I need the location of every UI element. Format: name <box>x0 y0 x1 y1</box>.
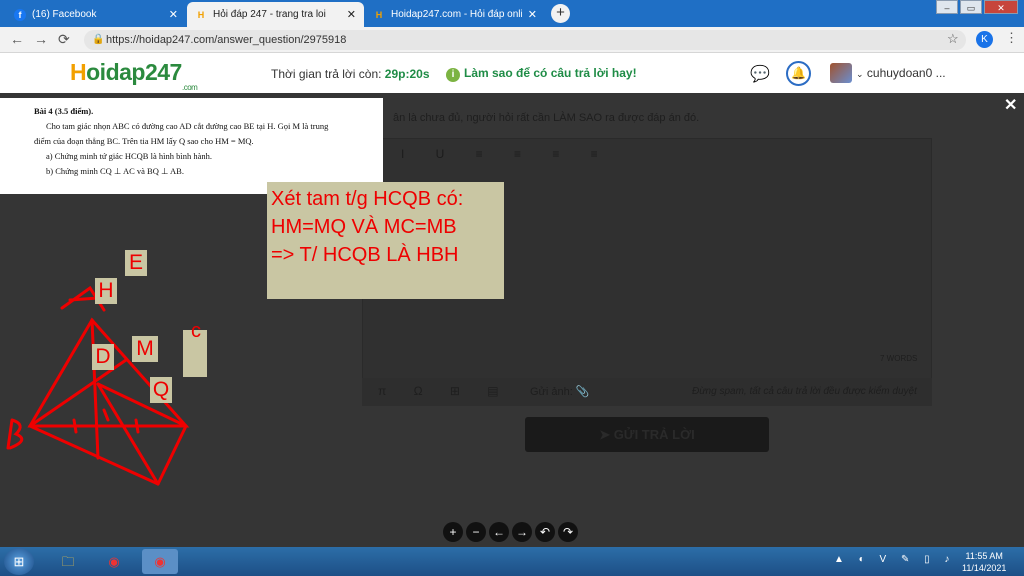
sketch-line-bq <box>28 424 160 486</box>
chrome-icon[interactable]: ◉ <box>96 549 132 574</box>
next-icon[interactable]: → <box>512 522 532 542</box>
spam-warning: Đừng spam, tất cả câu trả lời đều được k… <box>692 386 917 397</box>
question-image: Bài 4 (3.5 điểm). Cho tam giác nhọn ABC … <box>0 98 383 194</box>
geometry-sketch <box>6 285 190 486</box>
user-menu[interactable]: ⌄ cuhuydoan0 ... <box>856 66 946 80</box>
file-explorer-icon[interactable]: 🗀 <box>50 549 86 574</box>
forward-icon[interactable]: → <box>34 31 48 47</box>
lock-icon: 🔒 <box>92 34 105 45</box>
windows-taskbar: ⊞ 🗀 ◉ ◉ ▲ ◐ V ✎ ▯ ♪ 11:55 AM 11/14/2021 <box>0 547 1024 576</box>
image-controls: + − ← → ↶ ↷ <box>443 522 581 542</box>
image-viewer-overlay: ân là chưa đủ, người hỏi rất cần LÀM SAO… <box>0 93 1024 547</box>
back-icon[interactable]: ← <box>10 31 24 47</box>
timer-label: Thời gian trả lời còn: <box>271 67 385 81</box>
answer-guideline-text: ân là chưa đủ, người hỏi rất cần LÀM SAO… <box>393 112 700 124</box>
new-tab-button[interactable]: + <box>551 4 570 23</box>
tab-title: (16) Facebook <box>32 9 97 20</box>
close-overlay-icon[interactable]: ✕ <box>1004 95 1017 115</box>
reload-icon[interactable]: ⟳ <box>58 31 70 48</box>
bookmark-star-icon[interactable]: ☆ <box>947 31 959 47</box>
site-header: Hoidap247 .com Thời gian trả lời còn: 29… <box>0 53 1024 93</box>
close-tab-icon[interactable]: ✕ <box>528 8 537 21</box>
question-line: b) Chứng minh CQ ⊥ AC và BQ ⊥ AB. <box>46 166 184 176</box>
tab-facebook[interactable]: f (16) Facebook ✕ <box>6 2 186 27</box>
browser-menu-icon[interactable]: ⋮ <box>1005 30 1018 46</box>
label-q: Q <box>150 377 172 403</box>
hoidap-favicon-icon: H <box>375 9 383 20</box>
note-line: => T/ HCQB LÀ HBH <box>271 244 459 266</box>
chat-icon[interactable]: 💬 <box>750 64 770 84</box>
annotation-note: Xét tam t/g HCQB có: HM=MQ VÀ MC=MB => T… <box>267 182 504 299</box>
format-toolbar[interactable]: I U ≡ ≡ ≡ ≡ <box>401 147 612 161</box>
note-line: Xét tam t/g HCQB có: <box>271 188 464 210</box>
site-logo[interactable]: Hoidap247 .com <box>70 59 198 92</box>
rotate-left-icon[interactable]: ↶ <box>535 522 555 542</box>
attach-image-button[interactable]: Gửi ảnh: 📎 <box>530 385 590 398</box>
window-controls: – ▭ ✕ <box>934 0 1018 14</box>
insert-toolbar: π Ω ⊞ ▤ Gửi ảnh: 📎 Đừng spam, tất cả câu… <box>362 378 932 406</box>
clock-time: 11:55 AM <box>965 551 1003 561</box>
chrome-active-icon[interactable]: ◉ <box>142 549 178 574</box>
minimize-button[interactable]: – <box>936 0 958 14</box>
note-line: HM=MQ VÀ MC=MB <box>271 216 457 238</box>
insert-tools[interactable]: π Ω ⊞ ▤ <box>378 384 511 398</box>
sketch-letter-b <box>6 418 24 450</box>
username-text: cuhuydoan0 ... <box>866 66 946 80</box>
submit-answer-button[interactable]: ➤ GỬI TRẢ LỜI <box>525 417 769 452</box>
logo-h: H <box>70 59 87 85</box>
user-avatar[interactable] <box>830 63 852 83</box>
label-e: E <box>125 250 147 276</box>
timer-value: 29p:20s <box>384 67 430 81</box>
url-text: https://hoidap247.com/answer_question/29… <box>106 34 347 46</box>
logo-text: oidap247 <box>86 59 182 85</box>
question-line: Cho tam giác nhọn ABC có đường cao AD cắ… <box>46 121 329 131</box>
zoom-out-icon[interactable]: − <box>466 522 486 542</box>
question-line: a) Chứng minh tứ giác HCQB là hình bình … <box>46 151 212 161</box>
facebook-icon: f <box>14 8 26 21</box>
rotate-right-icon[interactable]: ↷ <box>558 522 578 542</box>
chevron-down-icon: ⌄ <box>856 69 864 79</box>
question-title: Bài 4 (3.5 điểm). <box>34 106 94 116</box>
maximize-button[interactable]: ▭ <box>960 0 982 14</box>
close-tab-icon[interactable]: ✕ <box>169 8 178 21</box>
close-window-button[interactable]: ✕ <box>984 0 1018 14</box>
address-bar: ← → ⟳ 🔒 https://hoidap247.com/answer_que… <box>0 27 1024 53</box>
tip-text: Làm sao để có câu trả lời hay! <box>464 66 637 80</box>
tab-title: Hoidap247.com - Hỏi đáp online <box>391 9 522 20</box>
answer-tip-link[interactable]: i Làm sao để có câu trả lời hay! <box>446 66 637 82</box>
tab-hoidap-answer[interactable]: H Hỏi đáp 247 - trang tra loi ✕ <box>187 2 364 27</box>
start-button[interactable]: ⊞ <box>4 548 34 575</box>
tab-hoidap-home[interactable]: H Hoidap247.com - Hỏi đáp online ✕ <box>365 2 545 27</box>
prev-icon[interactable]: ← <box>489 522 509 542</box>
system-tray[interactable]: ▲ ◐ V ✎ ▯ ♪ <box>834 554 955 565</box>
label-c: c <box>191 320 201 342</box>
zoom-in-icon[interactable]: + <box>443 522 463 542</box>
sketch-tick <box>72 408 140 434</box>
label-h: H <box>95 278 117 304</box>
label-d: D <box>92 344 114 370</box>
close-tab-icon[interactable]: ✕ <box>347 8 356 21</box>
word-count: 7 WORDS <box>880 354 918 363</box>
tab-title: Hỏi đáp 247 - trang tra loi <box>213 9 326 20</box>
clock[interactable]: 11:55 AM 11/14/2021 <box>962 550 1006 574</box>
clock-date: 11/14/2021 <box>962 563 1007 573</box>
url-input[interactable]: 🔒 https://hoidap247.com/answer_question/… <box>84 30 966 50</box>
sketch-line-cq <box>156 424 188 486</box>
answer-timer: Thời gian trả lời còn: 29p:20s <box>271 67 430 81</box>
label-m: M <box>132 336 158 362</box>
hoidap-favicon-icon: H <box>197 9 205 20</box>
question-line: điểm của đoạn thẳng BC. Trên tia HM lấy … <box>34 136 254 146</box>
sketch-altitude-ad <box>90 318 100 460</box>
logo-sub: .com <box>182 83 198 92</box>
notification-bell-icon[interactable]: 🔔 <box>786 61 811 86</box>
browser-tab-bar: f (16) Facebook ✕ H Hỏi đáp 247 - trang … <box>0 0 1024 27</box>
info-icon: i <box>446 68 460 82</box>
profile-avatar[interactable]: K <box>976 31 993 48</box>
